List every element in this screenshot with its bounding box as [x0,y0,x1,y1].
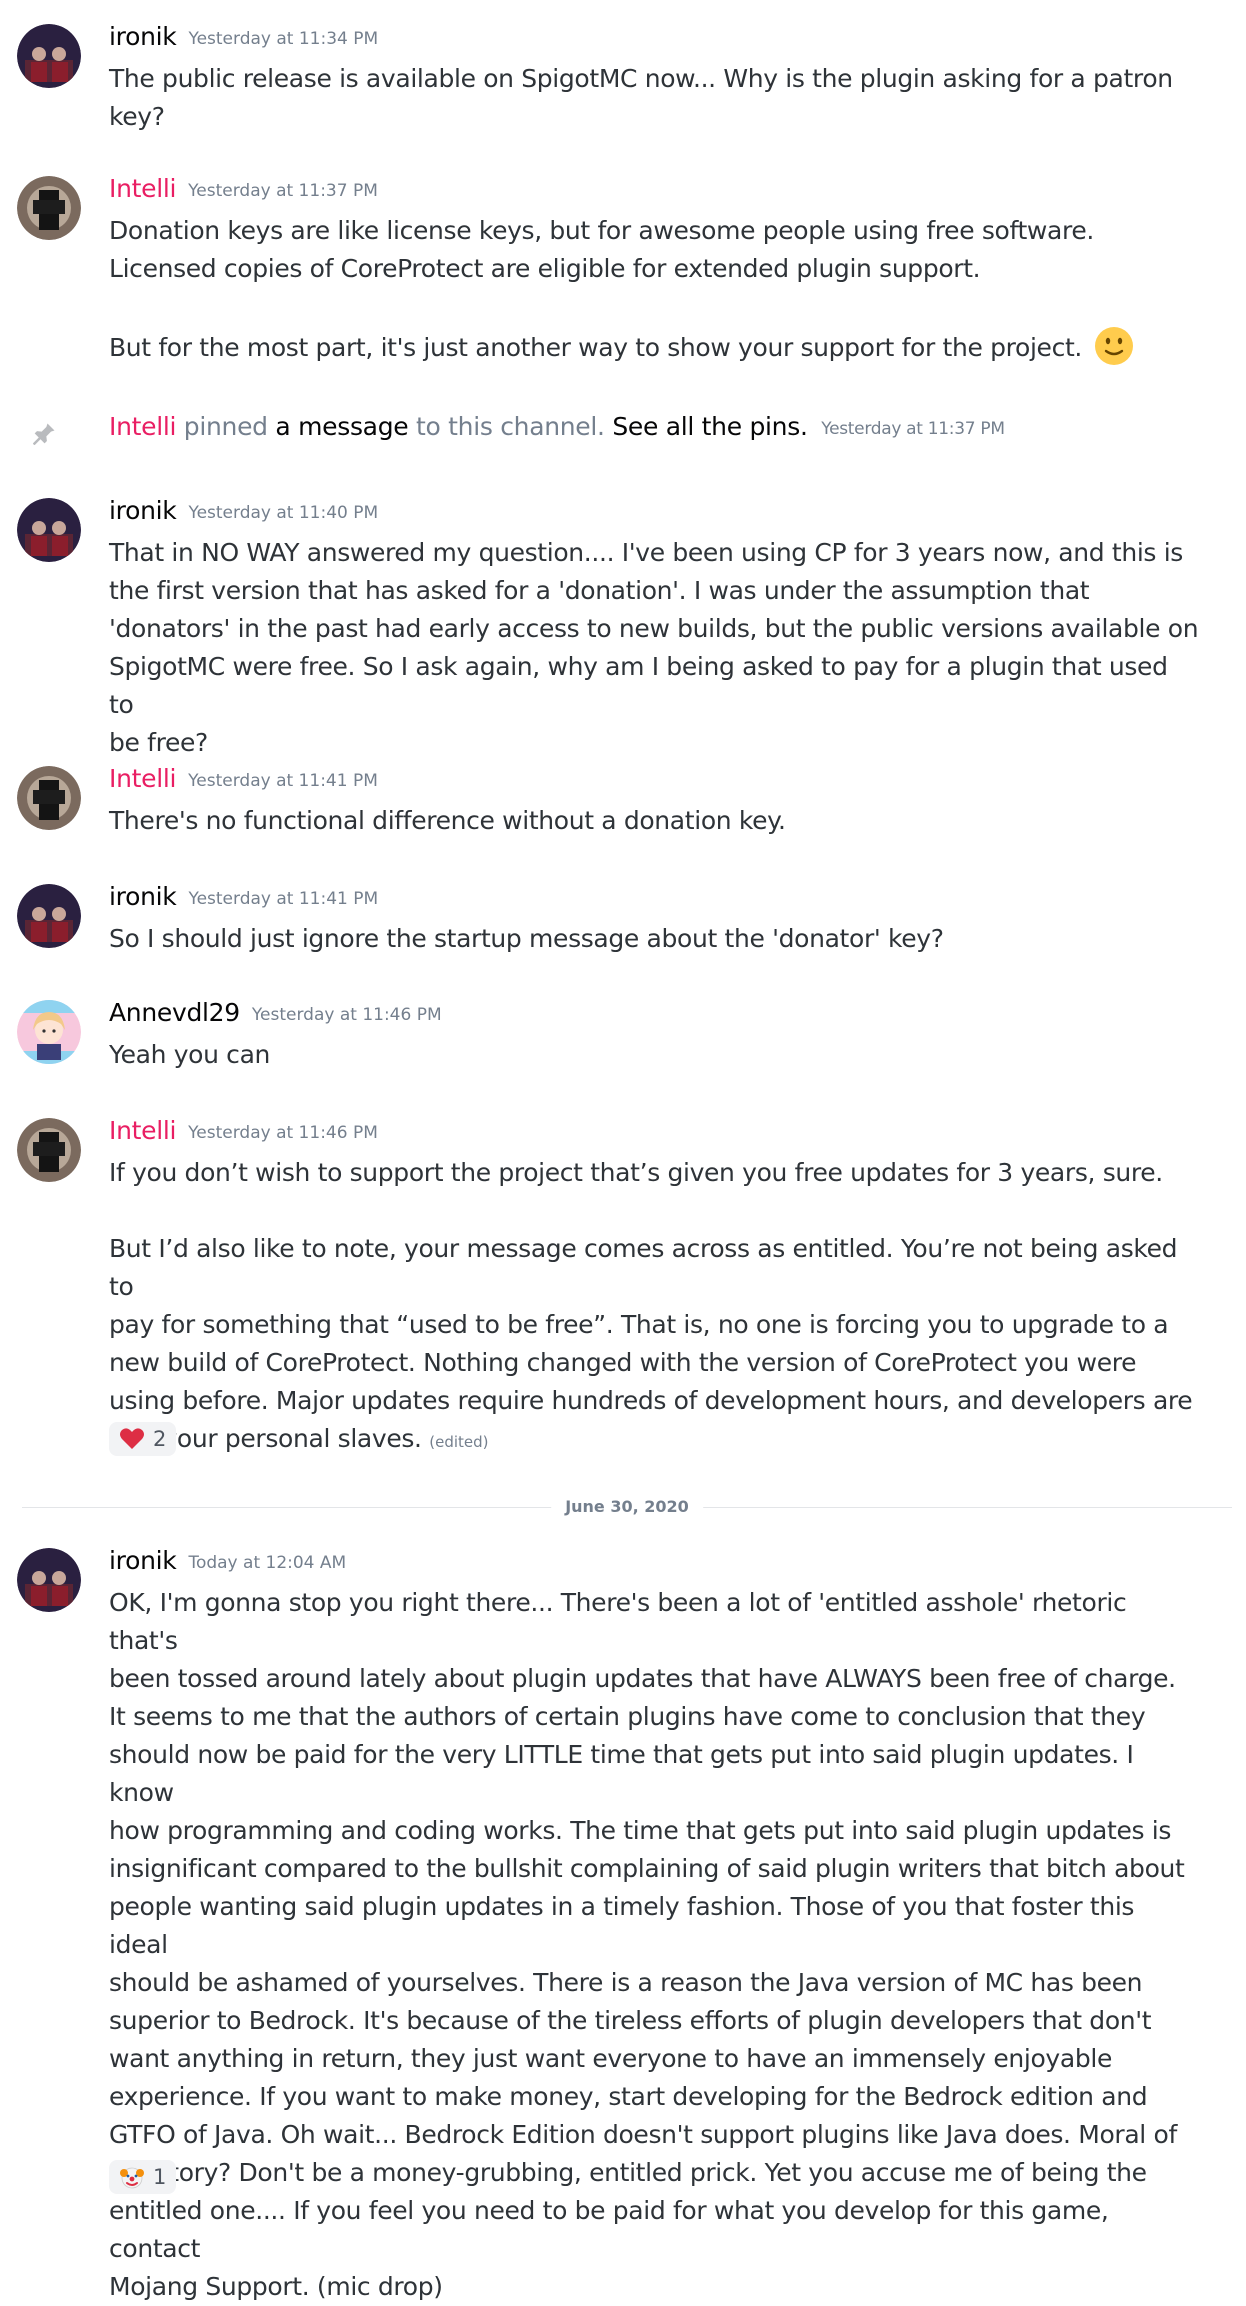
message-line: Mojang Support. (mic drop) [109,2272,443,2301]
message-line: been tossed around lately about plugin u… [109,1664,1176,1693]
message-line: SpigotMC were free. So I ask again, why … [109,652,1168,719]
timestamp: Yesterday at 11:37 PM [188,181,378,201]
author-name[interactable]: ironik [109,1546,177,1575]
message-line: not your personal slaves. (edited) [109,1420,1199,1461]
timestamp: Yesterday at 11:41 PM [188,771,378,791]
message-line: new build of CoreProtect. Nothing change… [109,1348,1137,1377]
message-content: OK, I'm gonna stop you right there... Th… [109,1584,1199,2306]
message-line: 'donators' in the past had early access … [109,614,1199,643]
message-line: superior to Bedrock. It's because of the… [109,2006,1152,2035]
message-line: how programming and coding works. The ti… [109,1816,1172,1845]
date-divider: June 30, 2020 [22,1496,1232,1518]
message-line: But for the most part, it's just another… [109,326,1199,367]
edited-label: (edited) [429,1433,489,1451]
message-line: entitled one.... If you feel you need to… [109,2196,1109,2263]
message-line: people wanting said plugin updates in a … [109,1892,1135,1959]
message-content: Yeah you can [109,1036,1199,1074]
reaction-clown[interactable]: 1 [109,2160,177,2194]
message-ironik: ironik Yesterday at 11:40 PM That in NO W… [0,496,1246,757]
clown-emoji [120,2167,144,2189]
message-text: But for the most part, it's just another… [109,333,1083,362]
message-line: GTFO of Java. Oh wait... Bedrock Edition… [109,2120,1177,2149]
chat-log: ironik Yesterday at 11:34 PM The public r… [0,0,1246,2301]
timestamp: Yesterday at 11:34 PM [188,29,379,49]
message-line: Donation keys are like license keys, but… [109,216,1095,245]
message-line: experience. If you want to make money, s… [109,2082,1148,2111]
message-line: If you don’t wish to support the project… [109,1158,1163,1187]
avatar-annevdl29[interactable] [17,1000,81,1064]
message-line: Yeah you can [109,1040,271,1069]
message-annevdl29: Annevdl29 Yesterday at 11:46 PM Yeah you … [0,998,1246,1078]
timestamp: Yesterday at 11:37 PM [821,419,1005,439]
message-line: using before. Major updates require hund… [109,1386,1193,1415]
message-intelli: Intelli Yesterday at 11:46 PM If you don’… [0,1116,1246,1456]
avatar-intelli[interactable] [17,176,81,240]
message-line: should now be paid for the very LITTLE t… [109,1740,1134,1807]
pinned-message-link[interactable]: a message [275,412,408,441]
author-name[interactable]: ironik [109,22,177,51]
avatar-ironik[interactable] [17,1548,81,1612]
system-channel-text: to this channel. [416,412,605,441]
message-line: That in NO WAY answered my question.... … [109,538,1183,567]
message-line: So I should just ignore the startup mess… [109,924,944,953]
message-ironik: ironik Today at 12:04 AM OK, I'm gonna st… [0,1546,1246,2301]
author-name[interactable]: ironik [109,496,177,525]
message-ironik: ironik Yesterday at 11:34 PM The public r… [0,22,1246,140]
message-line: There's no functional difference without… [109,806,786,835]
author-name[interactable]: Intelli [109,1116,176,1145]
reaction-heart[interactable]: 2 [109,1422,177,1456]
timestamp: Yesterday at 11:46 PM [188,1123,378,1143]
reaction-count: 2 [153,1427,167,1451]
pin-icon [32,423,55,446]
author-name[interactable]: Intelli [109,764,176,793]
message-line: pay for something that “used to be free”… [109,1310,1169,1339]
message-content: Donation keys are like license keys, but… [109,212,1199,367]
author-name[interactable]: Intelli [109,174,176,203]
message-content: There's no functional difference without… [109,802,1199,840]
avatar-ironik[interactable] [17,498,81,562]
avatar-intelli[interactable] [17,1118,81,1182]
message-line: Licensed copies of CoreProtect are eligi… [109,254,981,283]
message-line: key? [109,102,165,131]
avatar-ironik[interactable] [17,884,81,948]
date-divider-label: June 30, 2020 [551,1496,703,1518]
timestamp: Yesterday at 11:40 PM [188,503,379,523]
system-pinned-text: pinned [183,412,268,441]
message-intelli: Intelli Yesterday at 11:41 PM There's no … [0,764,1246,844]
message-line: But I’d also like to note, your message … [109,1234,1178,1301]
message-line: be free? [109,728,208,757]
avatar-intelli[interactable] [17,766,81,830]
message-content: If you don’t wish to support the project… [109,1154,1199,1461]
system-pin-message: Intelli pinned a message to this channel… [0,412,1246,452]
message-intelli: Intelli Yesterday at 11:37 PM Donation ke… [0,174,1246,374]
see-all-pins-link[interactable]: See all the pins. [612,412,808,441]
timestamp: Today at 12:04 AM [188,1553,347,1573]
author-name[interactable]: Intelli [109,412,176,441]
message-line: the first version that has asked for a '… [109,576,1090,605]
message-line: want anything in return, they just want … [109,2044,1112,2073]
message-content: The public release is available on Spigo… [109,60,1199,136]
author-name[interactable]: Annevdl29 [109,998,240,1027]
reaction-count: 1 [153,2165,167,2189]
message-line: insignificant compared to the bullshit c… [109,1854,1185,1883]
avatar-ironik[interactable] [17,24,81,88]
message-line: It seems to me that the authors of certa… [109,1702,1146,1731]
message-content: So I should just ignore the startup mess… [109,920,1199,958]
heart-emoji [120,1428,144,1449]
author-name[interactable]: ironik [109,882,177,911]
message-line: The public release is available on Spigo… [109,64,1173,93]
timestamp: Yesterday at 11:46 PM [251,1005,442,1025]
slight-smile-emoji [1094,327,1133,365]
message-line: OK, I'm gonna stop you right there... Th… [109,1588,1127,1655]
message-content: That in NO WAY answered my question.... … [109,534,1199,762]
message-text: your personal slaves. [154,1424,422,1453]
message-line: should be ashamed of yourselves. There i… [109,1968,1143,1997]
system-text: Intelli pinned a message to this channel… [109,412,1005,441]
message-ironik: ironik Yesterday at 11:41 PM So I should … [0,882,1246,962]
message-line: the story? Don't be a money-grubbing, en… [109,2158,1147,2187]
timestamp: Yesterday at 11:41 PM [188,889,379,909]
